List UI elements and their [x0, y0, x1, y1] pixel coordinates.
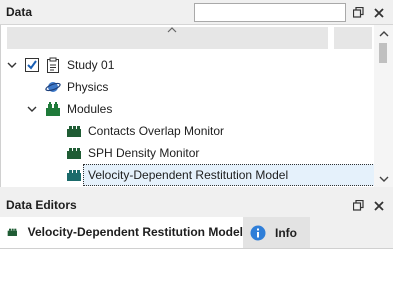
chevron-down-icon[interactable] [27, 104, 37, 114]
tree-column-header[interactable] [7, 27, 328, 49]
sort-caret-icon [167, 27, 177, 33]
tree-item-label: SPH Density Monitor [88, 146, 200, 160]
editors-panel-header: Data Editors [0, 193, 393, 217]
scroll-down-icon[interactable] [379, 175, 389, 183]
modules-blocks-icon [46, 102, 60, 116]
tab-info[interactable]: Info [243, 217, 310, 248]
scrollbar-thumb[interactable] [379, 43, 387, 63]
tree-column-header-secondary[interactable] [334, 27, 372, 49]
tree-item-study[interactable]: Study 01 [1, 54, 371, 76]
data-panel-title: Data [6, 5, 33, 19]
study-checkbox[interactable] [25, 58, 39, 72]
scroll-up-icon[interactable] [379, 30, 389, 38]
module-block-icon [67, 126, 81, 137]
tab-label: Info [275, 225, 297, 240]
data-tree: Study 01 Physics Modules Contacts Overla… [0, 25, 393, 187]
data-panel-header: Data [0, 0, 393, 25]
module-block-icon [7, 228, 17, 236]
restore-icon[interactable] [351, 198, 366, 213]
module-block-icon [67, 170, 81, 181]
study-clipboard-icon [47, 57, 59, 73]
close-icon[interactable] [371, 198, 386, 213]
tree-item-label: Modules [67, 102, 113, 116]
tree-item-sph-density-monitor[interactable]: SPH Density Monitor [1, 142, 371, 164]
tree-item-contacts-overlap-monitor[interactable]: Contacts Overlap Monitor [1, 120, 371, 142]
tree-scrollbar[interactable] [374, 25, 393, 187]
tree-item-velocity-dependent-restitution-model[interactable]: Velocity-Dependent Restitution Model [1, 164, 375, 186]
tree-item-label: Study 01 [67, 58, 115, 72]
close-icon[interactable] [371, 5, 386, 20]
chevron-down-icon[interactable] [7, 60, 17, 70]
checkmark-icon [27, 60, 37, 70]
restore-icon[interactable] [351, 5, 366, 20]
editors-panel-title: Data Editors [6, 198, 77, 212]
tab-label: Velocity-Dependent Restitution Model [27, 224, 243, 239]
tree-item-modules[interactable]: Modules [1, 98, 371, 120]
tree-item-label: Velocity-Dependent Restitution Model [88, 168, 289, 182]
tree-item-physics[interactable]: Physics [1, 76, 371, 98]
tree-item-label: Contacts Overlap Monitor [88, 124, 225, 138]
physics-planet-icon [45, 82, 61, 92]
module-block-icon [67, 148, 81, 159]
tab-velocity-dependent-restitution-model[interactable]: Velocity-Dependent Restitution Model [0, 217, 243, 248]
editor-content-area [0, 248, 393, 288]
editor-tab-strip: Velocity-Dependent Restitution Model Inf… [0, 217, 393, 248]
data-search-input[interactable] [194, 3, 346, 22]
tree-item-label: Physics [67, 80, 109, 94]
info-icon [250, 225, 266, 240]
